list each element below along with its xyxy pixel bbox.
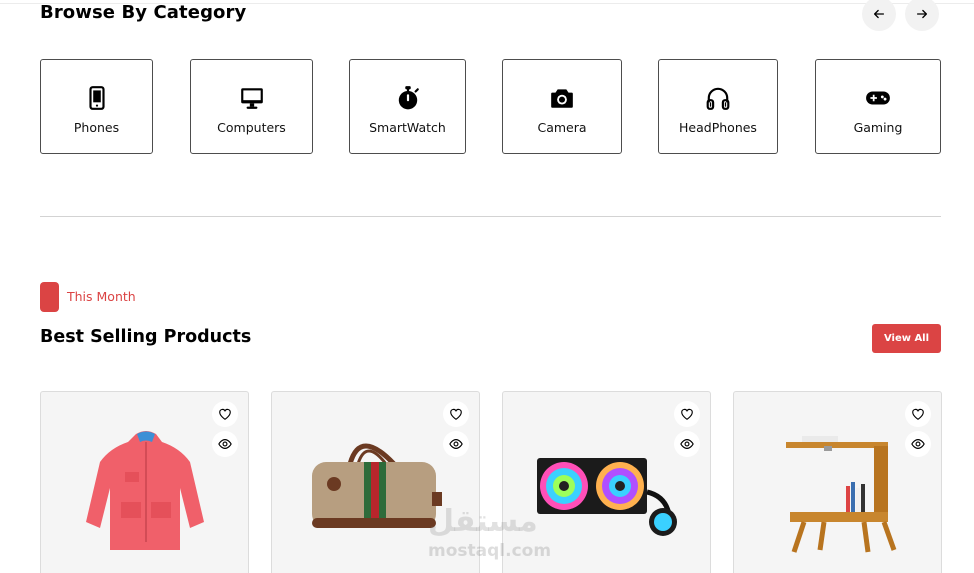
heart-icon: [219, 408, 231, 420]
section-tag-marker: [40, 282, 59, 312]
watermark-latin: mostaql.com: [428, 541, 552, 561]
arrow-left-icon: [873, 9, 885, 19]
view-all-button[interactable]: View All: [872, 324, 941, 353]
category-camera[interactable]: Camera: [502, 59, 622, 154]
category-label: Phones: [73, 119, 120, 135]
category-label: SmartWatch: [369, 119, 446, 135]
gamepad-icon: [866, 91, 890, 104]
section-title-best-selling: Best Selling Products: [40, 327, 252, 347]
category-label: Computers: [217, 119, 286, 135]
arrow-right-icon: [916, 9, 928, 19]
product-card[interactable]: [733, 391, 942, 573]
smartwatch-icon: [398, 85, 419, 109]
heart-icon: [681, 408, 693, 420]
category-headphones[interactable]: HeadPhones: [658, 59, 778, 154]
computer-icon: [240, 87, 263, 109]
category-list: Phones Computers SmartWatch Camera HeadP…: [40, 59, 941, 154]
prev-arrow-button[interactable]: [862, 0, 896, 31]
section-tag-label: This Month: [67, 289, 136, 304]
category-phones[interactable]: Phones: [40, 59, 153, 154]
watermark-arabic: مستقل: [428, 504, 538, 539]
product-image-side-table: [786, 436, 897, 553]
category-label: Camera: [537, 119, 587, 135]
category-smartwatch[interactable]: SmartWatch: [349, 59, 466, 154]
section-divider: [40, 216, 941, 217]
product-image-red-jacket: [86, 431, 204, 550]
category-label: Gaming: [853, 119, 903, 135]
phone-icon: [88, 85, 105, 110]
next-arrow-button[interactable]: [905, 0, 939, 31]
heart-icon: [912, 408, 924, 420]
category-computers[interactable]: Computers: [190, 59, 313, 154]
heart-icon: [450, 408, 462, 420]
category-gaming[interactable]: Gaming: [815, 59, 941, 154]
product-card[interactable]: [40, 391, 249, 573]
section-title-browse-category: Browse By Category: [40, 2, 247, 23]
headphones-icon: [706, 87, 730, 110]
camera-icon: [551, 88, 573, 108]
category-label: HeadPhones: [679, 119, 757, 135]
